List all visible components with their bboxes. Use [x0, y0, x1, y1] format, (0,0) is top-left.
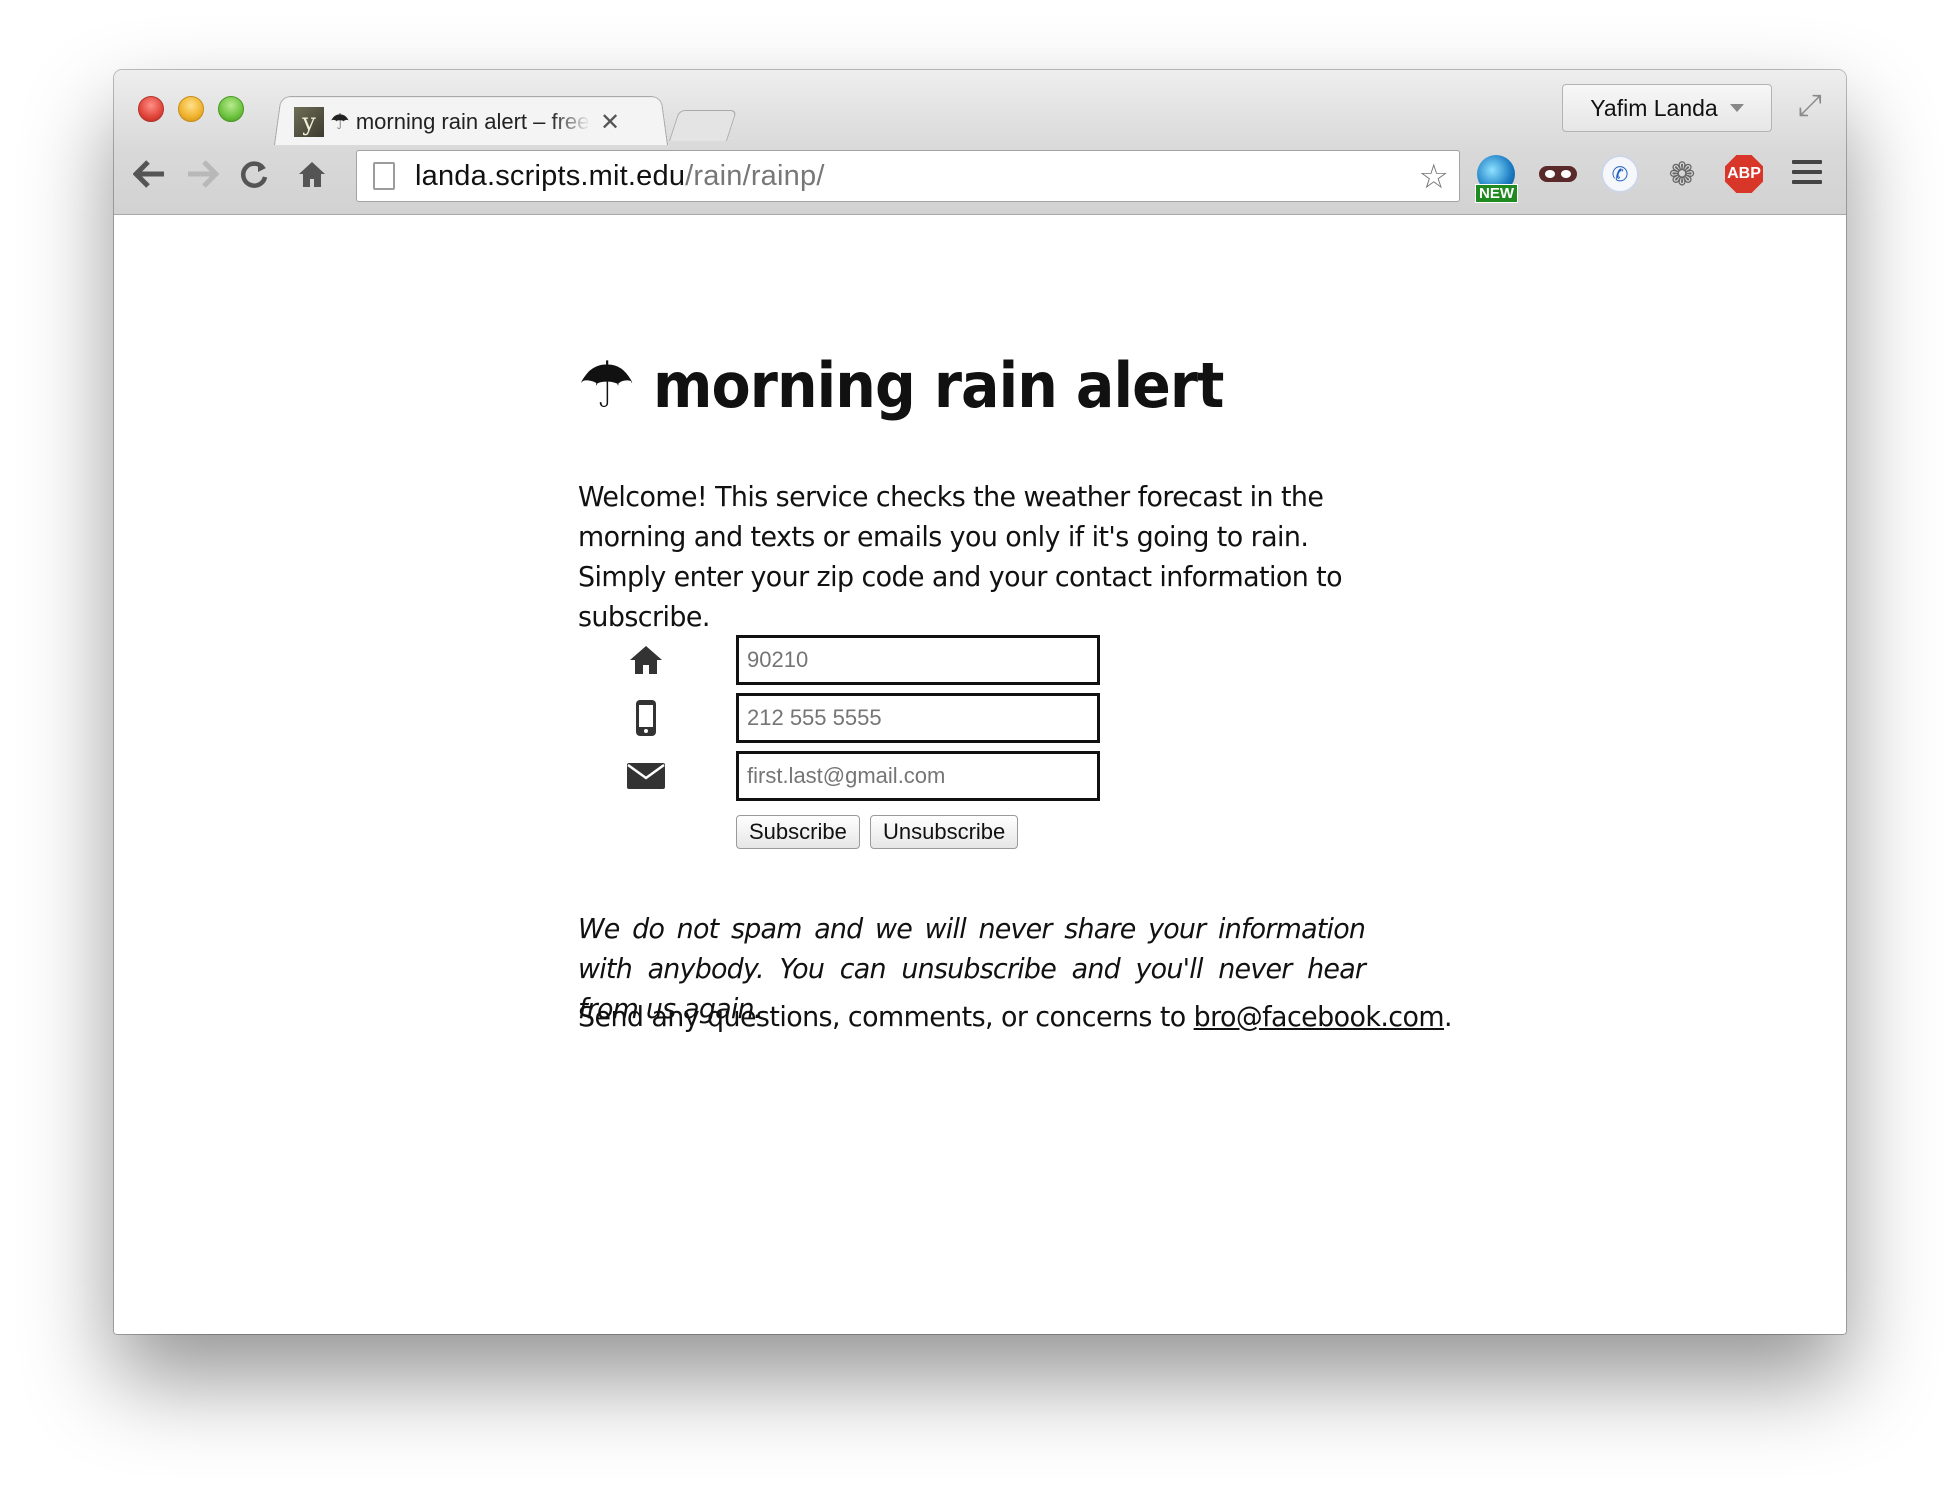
unsubscribe-button[interactable]: Unsubscribe [870, 815, 1019, 849]
tree-icon: ❁ [1668, 155, 1696, 193]
fullscreen-icon[interactable]: ⤢ [1798, 88, 1822, 123]
contact-email-link[interactable]: bro@facebook.com [1194, 1000, 1445, 1033]
reload-icon[interactable] [234, 154, 274, 194]
email-row [622, 751, 670, 801]
profile-menu-button[interactable]: Yafim Landa [1562, 84, 1772, 132]
mobile-phone-icon [622, 693, 670, 743]
minimize-window-button[interactable] [178, 96, 204, 122]
phone-input[interactable] [736, 693, 1100, 743]
new-tab-button[interactable] [668, 110, 738, 141]
browser-window: y ☂ morning rain alert – free ✕ Yafim La… [114, 70, 1846, 1334]
extension-mask[interactable] [1538, 154, 1578, 194]
umbrella-icon: ☂ [578, 348, 636, 423]
intro-emphasis: only [1005, 520, 1060, 553]
rain-alert-page: ☂ morning rain alert Welcome! This servi… [578, 349, 1453, 1033]
contact-line: Send any questions, comments, or concern… [578, 997, 1453, 1037]
subscribe-button[interactable]: Subscribe [736, 815, 860, 849]
phone-icon: ✆ [1601, 155, 1639, 193]
adblock-icon: ABP [1725, 155, 1763, 193]
home-icon[interactable] [292, 154, 332, 194]
globe-icon: NEW [1475, 155, 1518, 203]
extension-phone[interactable]: ✆ [1600, 154, 1640, 194]
forward-arrow-icon[interactable] [182, 154, 222, 194]
address-bar[interactable]: landa.scripts.mit.edu/rain/rainp/ ☆ [356, 150, 1460, 202]
zip-row [622, 635, 670, 685]
tab-title: ☂ morning rain alert – free [330, 109, 590, 134]
extension-new-globe[interactable]: NEW [1475, 154, 1518, 203]
browser-toolbar: y ☂ morning rain alert – free ✕ Yafim La… [114, 70, 1846, 215]
page-content: ☂ morning rain alert Welcome! This servi… [114, 215, 1846, 1334]
tab-favicon: y [294, 107, 324, 137]
bookmark-star-icon[interactable]: ☆ [1419, 157, 1449, 197]
contact-suffix: . [1443, 1000, 1453, 1033]
new-badge: NEW [1475, 184, 1518, 203]
page-icon [373, 162, 395, 190]
page-title: ☂ morning rain alert [578, 349, 1398, 422]
contact-prefix: Send any questions, comments, or concern… [578, 1000, 1194, 1033]
url-host: landa.scripts.mit.edu [415, 159, 686, 192]
tab-close-icon[interactable]: ✕ [600, 108, 620, 136]
url-path: /rain/rainp/ [685, 159, 825, 192]
hamburger-menu-icon[interactable] [1792, 160, 1822, 184]
envelope-icon [622, 751, 670, 801]
url-text: landa.scripts.mit.edu/rain/rainp/ [415, 160, 825, 193]
back-arrow-icon[interactable] [130, 154, 170, 194]
zip-input[interactable] [736, 635, 1100, 685]
extension-tree[interactable]: ❁ [1662, 154, 1702, 194]
extension-adblock[interactable]: ABP [1724, 154, 1764, 194]
close-window-button[interactable] [138, 96, 164, 122]
page-title-text: morning rain alert [653, 349, 1224, 422]
phone-row [622, 693, 670, 743]
chevron-down-icon [1729, 104, 1744, 112]
intro-paragraph: Welcome! This service checks the weather… [578, 477, 1365, 637]
profile-name: Yafim Landa [1590, 94, 1718, 121]
email-input[interactable] [736, 751, 1100, 801]
zoom-window-button[interactable] [218, 96, 244, 122]
mask-icon [1539, 166, 1577, 182]
home-icon [622, 635, 670, 685]
active-tab[interactable]: y ☂ morning rain alert – free ✕ [292, 100, 662, 144]
